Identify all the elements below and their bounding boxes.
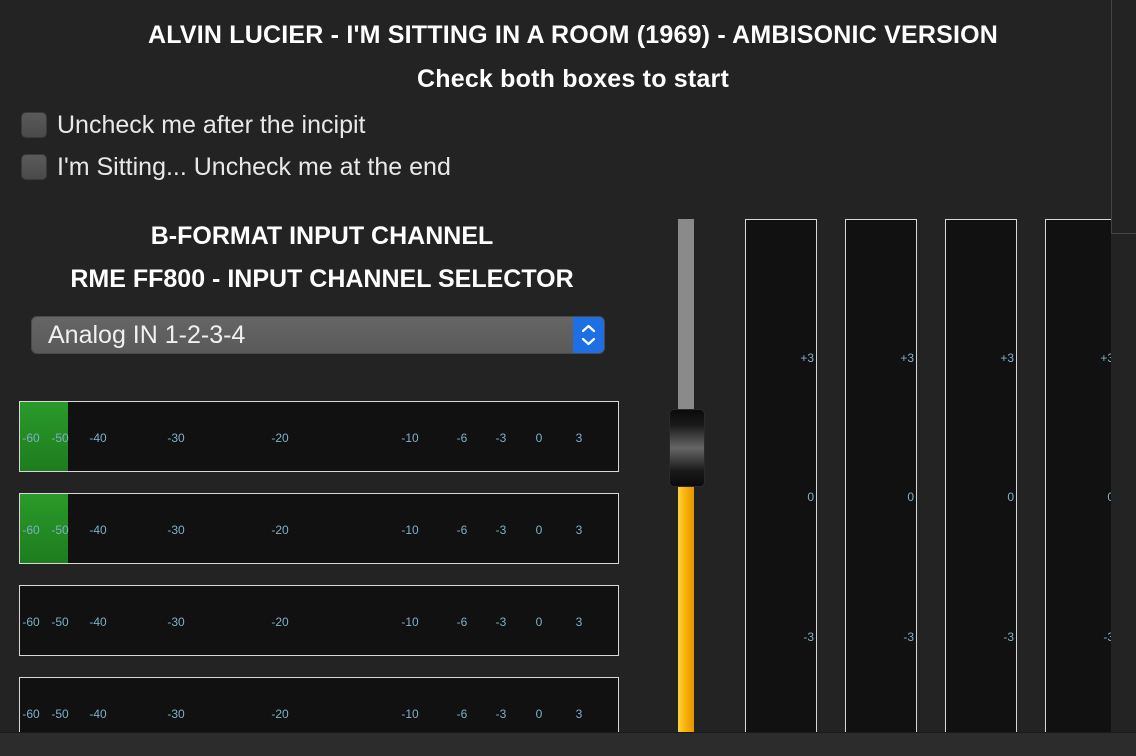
meter-scale-label: -20	[271, 431, 289, 445]
output-meter-1: +3 0 -3	[745, 219, 817, 749]
input-meter-2: -60 -50 -40 -30 -20 -10 -6 -3 0 3	[19, 493, 619, 564]
meter-scale-label: -6	[456, 615, 468, 629]
meter-scale-label: -10	[401, 615, 419, 629]
input-meter-1: -60 -50 -40 -30 -20 -10 -6 -3 0 3	[19, 401, 619, 472]
output-meter-scale-label: -3	[903, 630, 914, 644]
meter-scale-label: -20	[271, 523, 289, 537]
meter-scale-label: -10	[401, 707, 419, 721]
meter-scale-label: -20	[271, 615, 289, 629]
meter-scale-label: -30	[167, 707, 185, 721]
meter-scale-label: -60	[22, 707, 40, 721]
input-channel-select[interactable]: Analog IN 1-2-3-4	[31, 316, 605, 354]
input-channel-select-value: Analog IN 1-2-3-4	[48, 321, 246, 349]
meter-scale-label: -30	[167, 431, 185, 445]
meter-scale-label: -10	[401, 523, 419, 537]
output-meter-2: +3 0 -3	[845, 219, 917, 749]
meter-scale-label: -50	[51, 431, 69, 445]
chevron-up-down-icon	[581, 324, 596, 346]
sitting-checkbox-label: I'm Sitting... Uncheck me at the end	[57, 152, 451, 181]
meter-scale-label: -30	[167, 523, 185, 537]
input-meter-3: -60 -50 -40 -30 -20 -10 -6 -3 0 3	[19, 585, 619, 656]
meter-scale-label: -6	[456, 431, 468, 445]
output-meter-scale-label: +3	[900, 351, 914, 365]
meter-scale-label: -6	[456, 707, 468, 721]
meter-scale-label: -10	[401, 431, 419, 445]
output-meter-scale-label: +3	[800, 351, 814, 365]
output-meter-scale-label: 0	[807, 490, 814, 504]
select-stepper[interactable]	[573, 317, 604, 353]
input-section-heading: B-FORMAT INPUT CHANNEL	[150, 222, 494, 250]
meter-scale-label: -3	[495, 615, 507, 629]
meter-scale-label: 3	[575, 523, 583, 537]
incipit-checkbox[interactable]	[21, 112, 47, 138]
meter-scale-label: -3	[495, 431, 507, 445]
sitting-checkbox[interactable]	[21, 154, 47, 180]
output-meter-scale-label: 0	[1007, 490, 1014, 504]
gain-fader-knob[interactable]	[669, 409, 705, 488]
meter-scale-label: -40	[89, 431, 107, 445]
output-meter-scale-label: -3	[1003, 630, 1014, 644]
checkbox-row-incipit[interactable]: Uncheck me after the incipit	[21, 110, 365, 140]
adjacent-panel	[1111, 0, 1136, 234]
meter-scale-label: 3	[575, 615, 583, 629]
incipit-checkbox-label: Uncheck me after the incipit	[57, 110, 366, 139]
meter-scale-label: -30	[167, 615, 185, 629]
meter-scale-label: -40	[89, 707, 107, 721]
meter-scale-label: 3	[575, 707, 583, 721]
meter-scale-label: -3	[495, 707, 507, 721]
meter-scale-label: 3	[575, 431, 583, 445]
output-meter-scale-label: -3	[803, 630, 814, 644]
right-strip	[1111, 234, 1136, 756]
meter-scale-label: -40	[89, 523, 107, 537]
bottom-scrollbar-area	[0, 732, 1136, 756]
meter-scale-label: 0	[535, 431, 543, 445]
output-meter-scale-label: +3	[1000, 351, 1014, 365]
input-selector-heading: RME FF800 - INPUT CHANNEL SELECTOR	[70, 265, 574, 293]
meter-scale-label: -3	[495, 523, 507, 537]
meter-scale-label: 0	[535, 707, 543, 721]
meter-scale-label: -50	[51, 707, 69, 721]
checkbox-row-sitting[interactable]: I'm Sitting... Uncheck me at the end	[21, 152, 451, 182]
output-meter-scale-label: 0	[907, 490, 914, 504]
meter-scale-label: 0	[535, 615, 543, 629]
meter-scale-label: -20	[271, 707, 289, 721]
instruction-text: Check both boxes to start	[417, 65, 729, 93]
app-window: ALVIN LUCIER - I'M SITTING IN A ROOM (19…	[0, 0, 1136, 756]
meter-scale-label: -40	[89, 615, 107, 629]
output-meter-3: +3 0 -3	[945, 219, 1017, 749]
meter-scale-label: -50	[51, 523, 69, 537]
meter-scale-label: -6	[456, 523, 468, 537]
meter-scale-label: -60	[22, 431, 40, 445]
meter-scale-label: 0	[535, 523, 543, 537]
output-meter-4: +30-3	[1045, 219, 1117, 749]
meter-scale-label: -60	[22, 615, 40, 629]
gain-fader-fill	[678, 484, 694, 739]
meter-scale-label: -50	[51, 615, 69, 629]
meter-scale-label: -60	[22, 523, 40, 537]
page-title: ALVIN LUCIER - I'M SITTING IN A ROOM (19…	[147, 21, 999, 49]
